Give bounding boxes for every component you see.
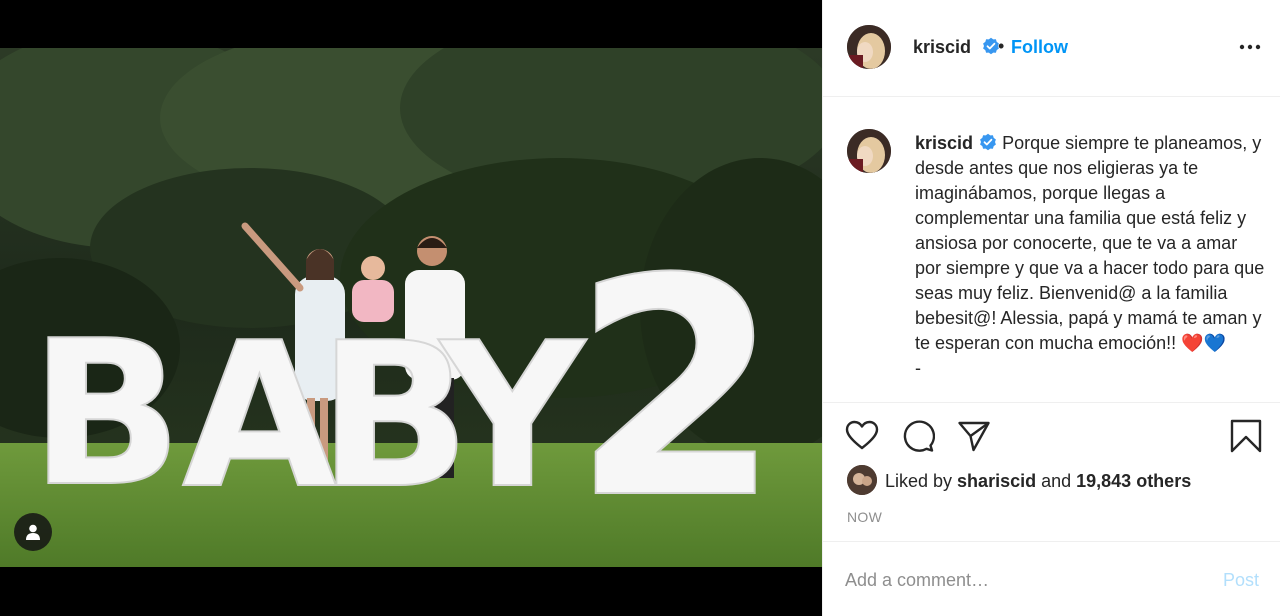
sign-letter-y: Y xyxy=(438,300,587,533)
liker-username[interactable]: shariscid xyxy=(957,471,1036,491)
comment-icon[interactable] xyxy=(901,419,935,453)
post-actions xyxy=(823,402,1280,462)
post-caption: kriscid Porque siempre te planeamos, y d… xyxy=(915,131,1265,381)
comment-input[interactable] xyxy=(845,564,1175,596)
more-options-icon[interactable] xyxy=(1239,36,1261,58)
likes-prefix: Liked by xyxy=(885,471,958,491)
header-username[interactable]: kriscid xyxy=(913,37,1000,58)
likes-text: Liked by shariscid and 19,843 others xyxy=(885,471,1191,492)
heart-icon[interactable] xyxy=(845,419,879,453)
comments-area: kriscid Porque siempre te planeamos, y d… xyxy=(823,98,1280,402)
header-username-text[interactable]: kriscid xyxy=(913,37,971,57)
post-side-panel: kriscid • Follow kriscid Porque siempre … xyxy=(822,0,1280,616)
verified-badge-icon xyxy=(980,134,996,151)
likes-middle: and xyxy=(1036,471,1077,491)
sign-letter-a: A xyxy=(182,300,337,533)
follow-button[interactable]: Follow xyxy=(1011,37,1068,58)
caption-username[interactable]: kriscid xyxy=(915,133,973,153)
liker-avatar[interactable] xyxy=(847,465,877,495)
sign-number-2: 2 xyxy=(572,215,781,564)
likes-summary: Liked by shariscid and 19,843 others xyxy=(847,465,1267,495)
post-photo[interactable]: B A B Y 2 xyxy=(0,48,822,567)
post-comment-button[interactable]: Post xyxy=(1223,570,1259,591)
sign-letter-b1: B xyxy=(30,298,182,531)
caption-avatar[interactable] xyxy=(847,129,891,173)
likes-count[interactable]: 19,843 others xyxy=(1076,471,1191,491)
avatar[interactable] xyxy=(847,25,891,69)
post-media: B A B Y 2 xyxy=(0,0,822,616)
post-timestamp[interactable]: NOW xyxy=(847,509,882,525)
separator-dot: • xyxy=(998,36,1005,56)
share-icon[interactable] xyxy=(957,419,991,453)
caption-text: Porque siempre te planeamos, y desde ant… xyxy=(915,133,1265,378)
add-comment-bar: Post xyxy=(823,541,1280,616)
post-header: kriscid • Follow xyxy=(823,0,1280,97)
bookmark-icon[interactable] xyxy=(1229,419,1263,453)
user-tag-button[interactable] xyxy=(14,513,52,551)
user-tag-icon xyxy=(26,524,40,540)
